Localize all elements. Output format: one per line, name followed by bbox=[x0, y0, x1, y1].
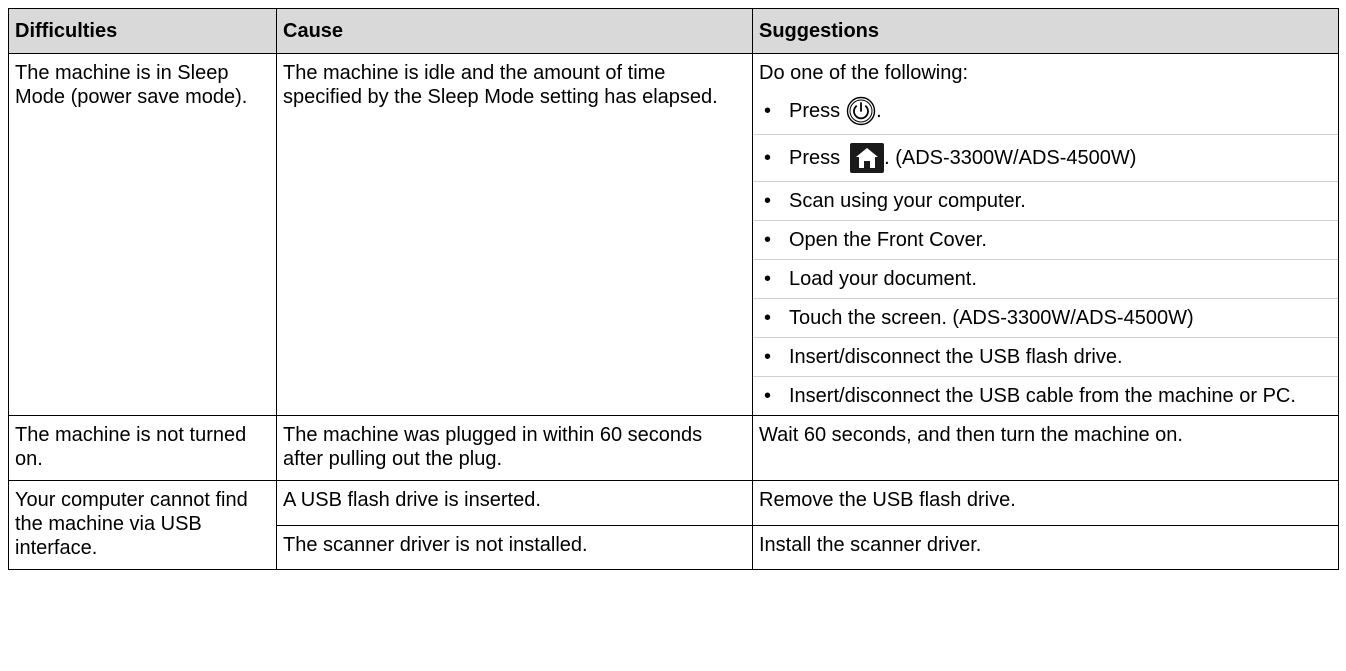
cause-cell: The scanner driver is not installed. bbox=[276, 524, 753, 570]
header-difficulties: Difficulties bbox=[8, 8, 277, 54]
list-item: • Press . bbox=[753, 90, 1338, 134]
troubleshooting-table: Difficulties Cause Suggestions The machi… bbox=[8, 8, 1339, 570]
header-suggestions: Suggestions bbox=[752, 8, 1339, 54]
list-item: • Open the Front Cover. bbox=[753, 220, 1338, 259]
suggestion-list: • Press . • Press . (ADS-3300W/ADS-4500W… bbox=[753, 90, 1338, 415]
list-item: • Insert/disconnect the USB flash drive. bbox=[753, 337, 1338, 376]
press-suffix: . (ADS-3300W/ADS-4500W) bbox=[884, 147, 1137, 169]
table-header-row: Difficulties Cause Suggestions bbox=[8, 8, 1339, 54]
list-item-text: Open the Front Cover. bbox=[789, 229, 987, 251]
bullet: • bbox=[764, 307, 772, 329]
list-item-text: Load your document. bbox=[789, 268, 977, 290]
list-item: • Load your document. bbox=[753, 259, 1338, 298]
list-item-text: Scan using your computer. bbox=[789, 190, 1026, 212]
header-cause: Cause bbox=[276, 8, 753, 54]
difficulty-cell: Your computer cannot find the machine vi… bbox=[8, 480, 277, 570]
table-row: Your computer cannot find the machine vi… bbox=[8, 480, 1339, 570]
home-button-icon bbox=[850, 142, 885, 173]
bullet: • bbox=[764, 100, 772, 122]
list-item-text: Touch the screen. (ADS-3300W/ADS-4500W) bbox=[789, 307, 1194, 329]
suggestion-cell: Remove the USB flash drive. bbox=[752, 480, 1339, 526]
press-suffix: . bbox=[876, 100, 882, 122]
press-text: Press bbox=[789, 147, 841, 169]
table-row: The machine is not turned on. The machin… bbox=[8, 415, 1339, 481]
bullet: • bbox=[764, 190, 772, 212]
list-item: • Press . (ADS-3300W/ADS-4500W) bbox=[753, 134, 1338, 181]
list-item: • Insert/disconnect the USB cable from t… bbox=[753, 376, 1338, 415]
suggestion-intro: Do one of the following: bbox=[759, 62, 969, 84]
cause-cell: The machine is idle and the amount of ti… bbox=[276, 53, 753, 416]
difficulty-cell: The machine is not turned on. bbox=[8, 415, 277, 481]
suggestion-cell: Do one of the following: • Press . • Pre… bbox=[752, 53, 1339, 416]
bullet: • bbox=[764, 229, 772, 251]
suggestion-cell: Install the scanner driver. bbox=[752, 524, 1339, 570]
power-button-icon bbox=[846, 96, 876, 126]
cause-cell: A USB flash drive is inserted. bbox=[276, 480, 753, 526]
list-item-text: Insert/disconnect the USB flash drive. bbox=[789, 346, 1123, 368]
bullet: • bbox=[764, 268, 772, 290]
bullet: • bbox=[764, 147, 772, 169]
list-item-text: Insert/disconnect the USB cable from the… bbox=[789, 385, 1296, 407]
difficulty-cell: The machine is in Sleep Mode (power save… bbox=[8, 53, 277, 416]
list-item: • Scan using your computer. bbox=[753, 181, 1338, 220]
press-text: Press bbox=[789, 100, 841, 122]
list-item: • Touch the screen. (ADS-3300W/ADS-4500W… bbox=[753, 298, 1338, 337]
bullet: • bbox=[764, 385, 772, 407]
bullet: • bbox=[764, 346, 772, 368]
suggestion-cell: Wait 60 seconds, and then turn the machi… bbox=[752, 415, 1339, 481]
table-row: The machine is in Sleep Mode (power save… bbox=[8, 53, 1339, 416]
cause-cell: The machine was plugged in within 60 sec… bbox=[276, 415, 753, 481]
